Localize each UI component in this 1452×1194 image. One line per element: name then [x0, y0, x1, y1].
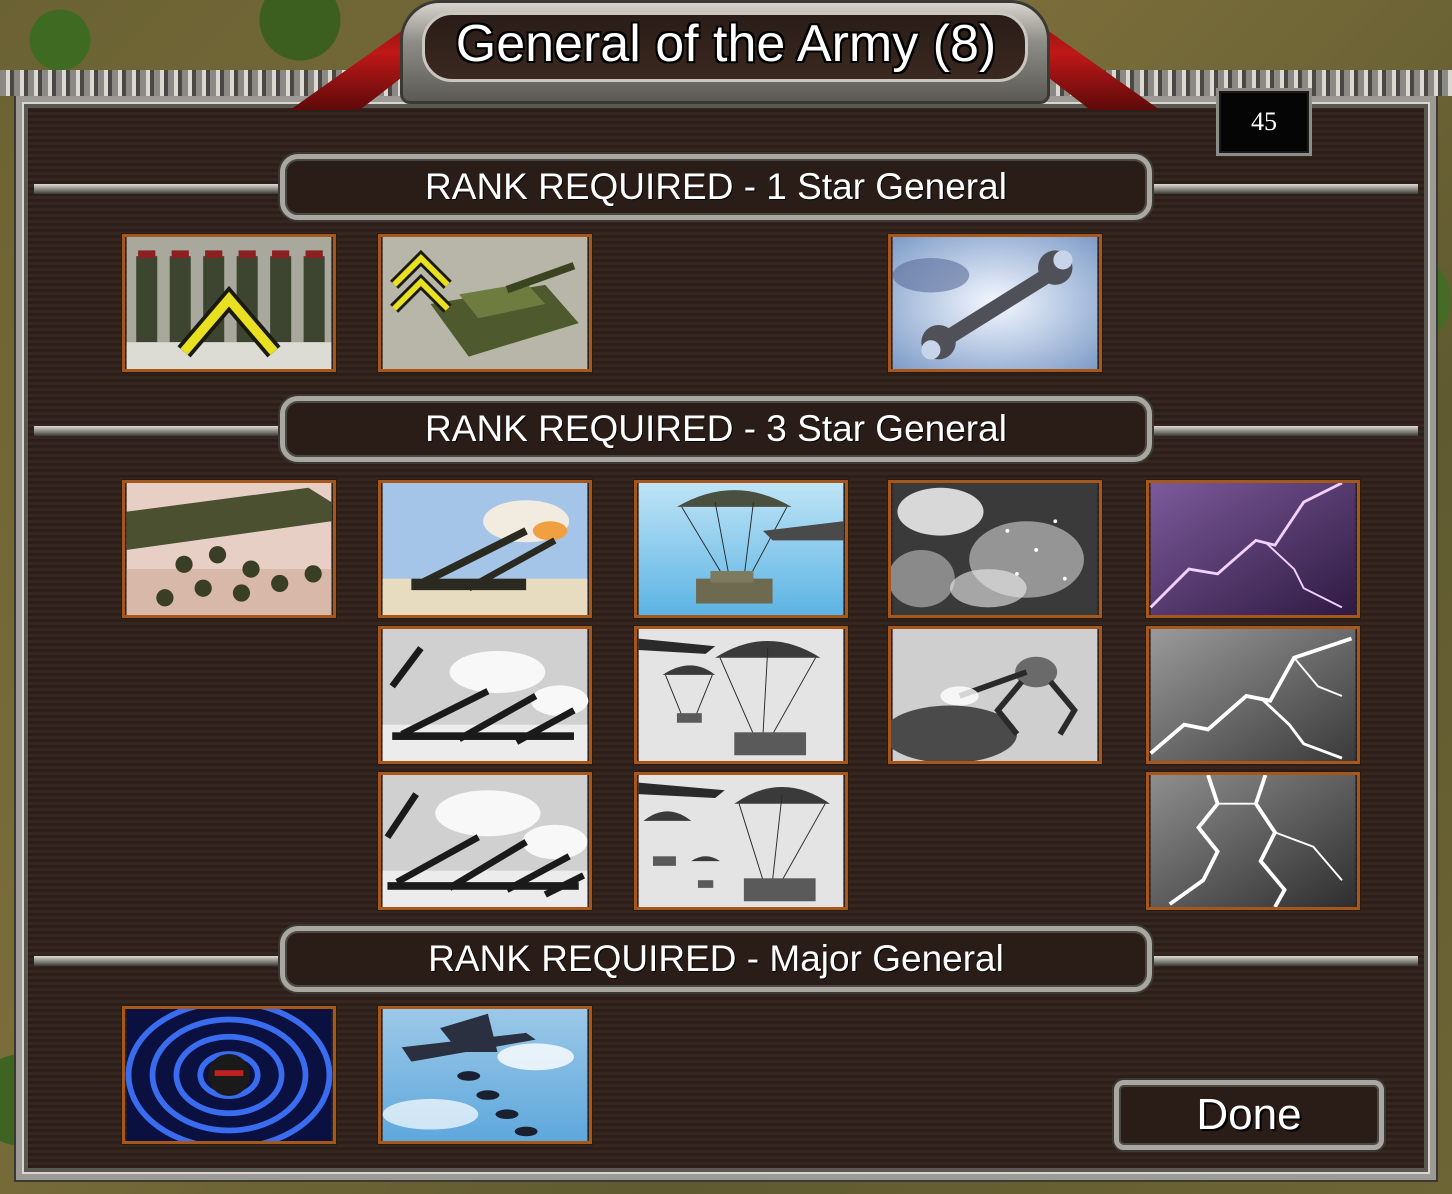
repair-drone-icon[interactable]	[888, 626, 1102, 764]
paradrop-2-icon[interactable]	[634, 626, 848, 764]
repair-wrench-icon[interactable]	[888, 234, 1102, 372]
tank-veteran-icon[interactable]	[378, 234, 592, 372]
lightning-storm-1-icon[interactable]	[1146, 480, 1360, 618]
emp-pulse-icon[interactable]	[122, 1006, 336, 1144]
lightning-storm-3-icon[interactable]	[1146, 772, 1360, 910]
section-header-3-star: RANK REQUIRED - 3 Star General	[280, 396, 1152, 462]
artillery-barrage-2-icon[interactable]	[378, 626, 592, 764]
section-header-major: RANK REQUIRED - Major General	[280, 926, 1152, 992]
emp-sparks-icon[interactable]	[888, 480, 1102, 618]
cluster-mines-icon[interactable]	[122, 480, 336, 618]
window-title: General of the Army (8)	[455, 15, 997, 73]
section-header-1-star: RANK REQUIRED - 1 Star General	[280, 154, 1152, 220]
infantry-veteran-icon[interactable]	[122, 234, 336, 372]
paradrop-3-icon[interactable]	[634, 772, 848, 910]
done-button[interactable]: Done	[1114, 1080, 1384, 1150]
points-counter: 45	[1216, 88, 1312, 156]
carpet-bomb-icon[interactable]	[378, 1006, 592, 1144]
lightning-storm-2-icon[interactable]	[1146, 626, 1360, 764]
artillery-barrage-3-icon[interactable]	[378, 772, 592, 910]
paradrop-1-icon[interactable]	[634, 480, 848, 618]
artillery-barrage-1-icon[interactable]	[378, 480, 592, 618]
